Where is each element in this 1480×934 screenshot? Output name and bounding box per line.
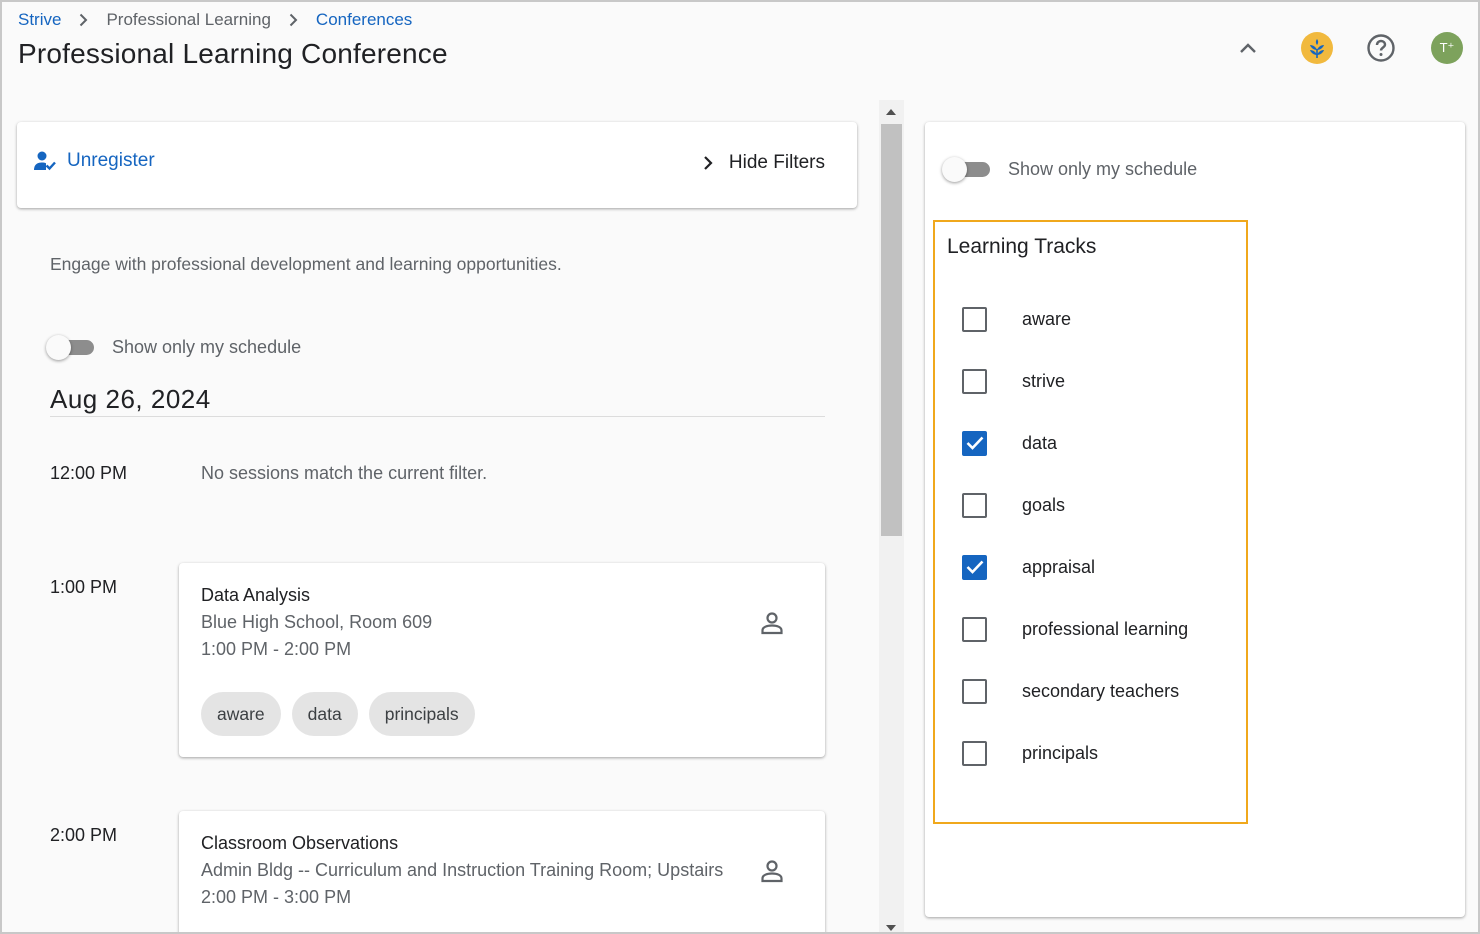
filter-schedule-toggle-row[interactable]: Show only my schedule (942, 156, 1197, 182)
session-time-range: 2:00 PM - 3:00 PM (201, 887, 352, 907)
learning-tracks-filter: Learning Tracks aware strive data goals appr… (933, 220, 1248, 824)
scroll-down-arrow-icon[interactable] (886, 925, 896, 931)
timeslot-time: 1:00 PM (50, 577, 118, 597)
session-tags: aware data principals (201, 692, 475, 736)
checkbox-checked[interactable] (962, 554, 987, 580)
track-label: principals (1022, 742, 1099, 763)
empty-timeslot-message: No sessions match the current filter. (201, 463, 488, 483)
filter-schedule-toggle[interactable] (942, 156, 992, 182)
timeslot-time: 12:00 PM (50, 463, 128, 483)
session-time-range: 1:00 PM - 2:00 PM (201, 639, 352, 659)
person-outline-icon[interactable] (759, 858, 785, 889)
avatar-initials: T⁺ (1431, 32, 1463, 64)
chevron-right-icon (704, 156, 713, 170)
track-checkbox-row[interactable]: principals (962, 740, 1098, 766)
session-card[interactable]: Data Analysis Blue High School, Room 609… (179, 563, 825, 757)
track-checkbox-row[interactable]: secondary teachers (962, 678, 1179, 704)
checkbox[interactable] (962, 492, 987, 518)
hide-filters-button[interactable]: Hide Filters (703, 152, 825, 174)
breadcrumb-strive[interactable]: Strive (18, 10, 61, 30)
checkbox[interactable] (962, 740, 987, 766)
track-checkbox-row[interactable]: aware (962, 306, 1071, 332)
help-circle-icon[interactable] (1363, 30, 1399, 66)
checkbox[interactable] (962, 678, 987, 704)
filter-schedule-toggle-label: Show only my schedule (1008, 158, 1198, 179)
track-label: secondary teachers (1022, 680, 1180, 701)
schedule-toggle-row[interactable]: Show only my schedule (46, 334, 301, 360)
track-checkbox-row[interactable]: appraisal (962, 554, 1095, 580)
schedule-toggle[interactable] (46, 334, 96, 360)
chevron-up-icon[interactable] (1230, 30, 1266, 66)
date-heading: Aug 26, 2024 (50, 384, 211, 414)
scroll-up-arrow-icon[interactable] (886, 109, 896, 115)
person-outline-icon[interactable] (759, 610, 785, 641)
unregister-label: Unregister (67, 150, 155, 171)
session-location: Blue High School, Room 609 (201, 612, 433, 632)
session-title: Classroom Observations (201, 833, 399, 853)
person-check-icon (34, 151, 56, 171)
divider (50, 416, 825, 417)
chevron-right-icon (289, 13, 298, 27)
breadcrumb-professional-learning: Professional Learning (106, 10, 271, 29)
check-icon (966, 560, 983, 574)
track-checkbox-row[interactable]: strive (962, 368, 1065, 394)
avatar[interactable]: T⁺ (1429, 30, 1465, 66)
timeslot-time: 2:00 PM (50, 825, 118, 845)
tag-chip[interactable]: principals (368, 692, 475, 736)
hide-filters-label: Hide Filters (728, 152, 825, 173)
checkbox[interactable] (962, 306, 987, 332)
tag-chip[interactable]: data (291, 692, 358, 736)
track-label: appraisal (1022, 556, 1096, 577)
scrollbar-thumb[interactable] (881, 124, 902, 536)
session-location: Admin Bldg -- Curriculum and Instruction… (201, 860, 724, 880)
breadcrumb-conferences[interactable]: Conferences (316, 10, 412, 30)
session-title: Data Analysis (201, 585, 311, 605)
track-label: professional learning (1022, 618, 1189, 639)
schedule-toggle-label: Show only my schedule (112, 336, 302, 357)
checkbox[interactable] (962, 368, 987, 394)
strive-logo-icon[interactable] (1299, 30, 1335, 66)
session-card[interactable]: Classroom Observations Admin Bldg -- Cur… (179, 811, 825, 934)
registration-actions-card: Unregister Hide Filters (17, 122, 857, 208)
track-label: goals (1022, 494, 1066, 515)
track-label: strive (1022, 370, 1066, 391)
tag-chip[interactable]: aware (201, 692, 281, 736)
track-checkbox-row[interactable]: professional learning (962, 616, 1188, 642)
checkbox[interactable] (962, 616, 987, 642)
conference-description: Engage with professional development and… (50, 254, 562, 274)
check-icon (966, 436, 983, 450)
chevron-right-icon (79, 13, 88, 27)
unregister-button[interactable]: Unregister (33, 150, 155, 172)
breadcrumb: Strive Professional Learning Conferences (18, 9, 412, 31)
learning-tracks-title: Learning Tracks (947, 235, 1097, 258)
track-checkbox-row[interactable]: data (962, 430, 1057, 456)
scrollbar[interactable] (879, 100, 904, 934)
track-checkbox-row[interactable]: goals (962, 492, 1065, 518)
track-label: data (1022, 432, 1058, 453)
page-title: Professional Learning Conference (18, 38, 448, 69)
track-label: aware (1022, 308, 1072, 329)
checkbox-checked[interactable] (962, 430, 987, 456)
